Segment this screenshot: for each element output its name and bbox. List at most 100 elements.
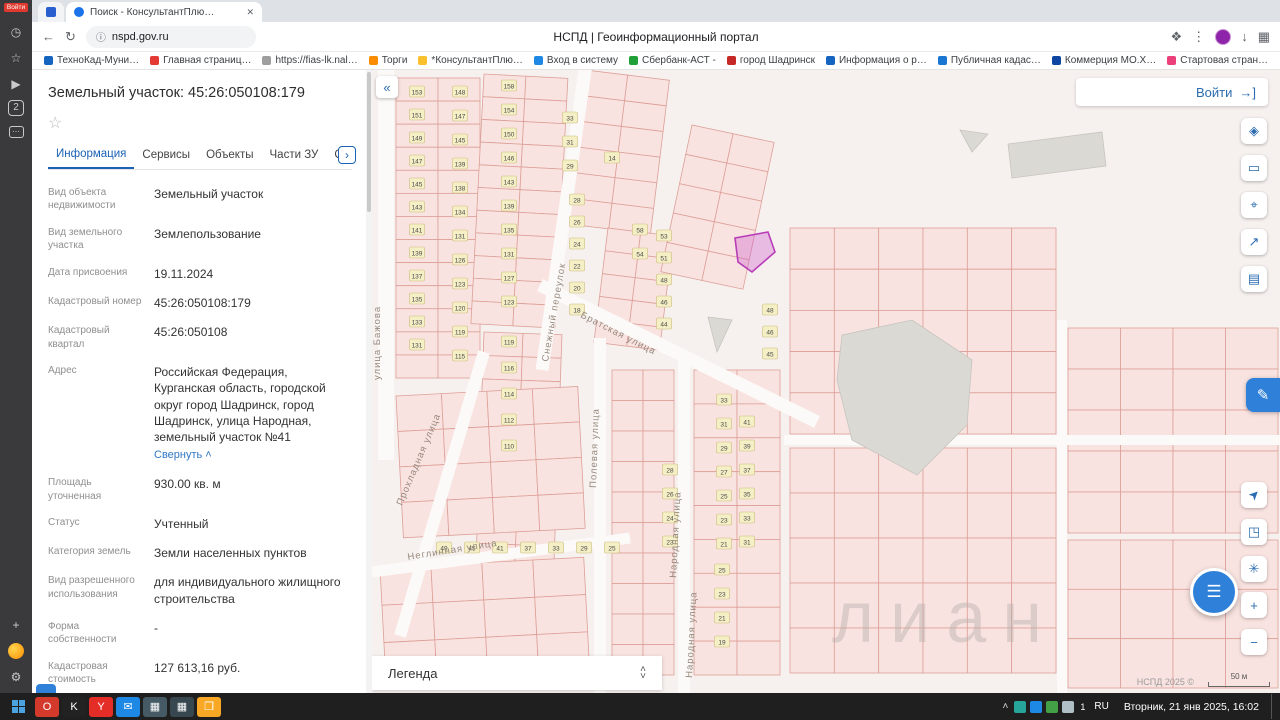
extent-button[interactable]: ◳ xyxy=(1241,519,1267,545)
layers-button[interactable]: ◈ xyxy=(1241,118,1267,144)
field-value: 45:26:050108:179 xyxy=(154,295,251,311)
svg-text:29: 29 xyxy=(580,546,588,553)
tabs-overflow-button[interactable]: › xyxy=(338,146,356,164)
browser-toolbar: ← ↻ ⓘ nspd.gov.ru НСПД | Геоинформационн… xyxy=(32,22,1280,52)
svg-text:24: 24 xyxy=(573,242,581,249)
menu-dots-icon[interactable]: ⋮ xyxy=(1192,29,1205,45)
bookmark-item[interactable]: Коммерция МО.Х… xyxy=(1048,55,1160,66)
cadastral-map[interactable]: 1531511491471451431411391371351331311481… xyxy=(372,70,1280,693)
map-viewport[interactable]: 1531511491471451431411391371351331311481… xyxy=(372,70,1280,693)
profile-avatar[interactable] xyxy=(1215,29,1231,45)
site-info-icon[interactable]: ⓘ xyxy=(96,29,106,44)
taskbar-app[interactable]: ▦ xyxy=(143,697,167,717)
settings-gear-icon[interactable]: ⚙ xyxy=(5,667,27,687)
collapse-address-link[interactable]: Свернуть ˄ xyxy=(154,448,212,463)
taskbar-app[interactable]: K xyxy=(62,697,86,717)
feedback-pencil-icon: ✎ xyxy=(1257,386,1270,404)
snap-button[interactable]: ✳ xyxy=(1241,556,1267,582)
share-button[interactable]: ↗ xyxy=(1241,229,1267,255)
map-attribution: НСПД 2025 © xyxy=(1137,677,1194,687)
show-desktop-button[interactable] xyxy=(1271,694,1276,719)
svg-text:33: 33 xyxy=(566,116,574,123)
bookmark-item[interactable]: ТехноКад-Муни… xyxy=(40,55,143,66)
taskbar-app[interactable]: ▦ xyxy=(170,697,194,717)
bookmark-item[interactable]: Торги xyxy=(365,55,412,66)
panel-tab[interactable]: Части ЗУ xyxy=(262,142,327,168)
panel-scrollbar[interactable] xyxy=(366,70,372,693)
sidebar-login-button[interactable]: Войти xyxy=(4,3,28,12)
downloads-icon[interactable]: ↓ xyxy=(1241,29,1248,44)
tray-icon[interactable] xyxy=(1062,701,1074,713)
address-bar[interactable]: ⓘ nspd.gov.ru xyxy=(86,26,256,48)
survey-button[interactable]: ⌖ xyxy=(1241,192,1267,218)
tray-icon[interactable] xyxy=(1030,701,1042,713)
print-button[interactable]: ▤ xyxy=(1241,266,1267,292)
bookmarks-icon[interactable]: ☆ xyxy=(5,48,27,68)
scrollbar-thumb[interactable] xyxy=(367,72,371,212)
svg-text:48: 48 xyxy=(766,308,774,315)
field-row: Кадастровая стоимость127 613,16 руб. xyxy=(48,660,352,687)
bookmark-item[interactable]: Главная страниц… xyxy=(146,55,255,66)
player-icon[interactable]: ▶ xyxy=(5,74,27,94)
bookmark-item[interactable]: Публичная кадас… xyxy=(934,55,1045,66)
bookmark-favicon xyxy=(1052,56,1061,65)
clock[interactable]: Вторник, 21 янв 2025, 16:02 xyxy=(1118,701,1265,713)
panel-tab[interactable]: Объекты xyxy=(198,142,261,168)
field-label: Кадастровая стоимость xyxy=(48,660,154,687)
tray-expand-icon[interactable]: ˄ xyxy=(1003,701,1009,712)
taskbar-app[interactable]: O xyxy=(35,697,59,717)
tabs-counter-icon[interactable]: 2 xyxy=(8,100,24,116)
bookmark-item[interactable]: Вход в систему xyxy=(530,55,622,66)
map-login-button[interactable]: Войти →] xyxy=(1076,78,1268,106)
bookmark-item[interactable]: *КонсультантПлю… xyxy=(414,55,527,66)
start-button[interactable] xyxy=(4,695,32,719)
yandex-services-icon[interactable] xyxy=(5,641,27,661)
chat-widget-sliver[interactable] xyxy=(36,684,56,693)
measure-button[interactable]: ▭ xyxy=(1241,155,1267,181)
taskbar-app[interactable]: ✉ xyxy=(116,697,140,717)
services-ball-icon xyxy=(8,643,24,659)
field-label: Кадастровый номер xyxy=(48,295,154,311)
bookmark-item[interactable]: город Шадринск xyxy=(723,55,819,66)
pinned-tab[interactable] xyxy=(38,2,64,22)
pinned-tab-favicon xyxy=(46,7,56,17)
panel-tab[interactable]: Сервисы xyxy=(134,142,198,168)
feedback-widget-button[interactable]: ✎ xyxy=(1246,378,1280,412)
support-chat-button[interactable]: ☰ xyxy=(1190,568,1238,616)
field-value: Земельный участок xyxy=(154,186,263,213)
favorite-star-icon[interactable]: ☆ xyxy=(48,113,352,133)
extensions-icon[interactable]: ❖ xyxy=(1171,29,1183,45)
field-value: 19.11.2024 xyxy=(154,266,213,282)
active-tab[interactable]: Поиск - КонсультантПлю… ✕ xyxy=(66,2,262,22)
locate-button[interactable]: ➤ xyxy=(1241,482,1267,508)
legend-bar[interactable]: Легенда ˄ ˅ xyxy=(372,656,662,690)
side-panels-icon[interactable]: ▦ xyxy=(1258,29,1270,45)
taskbar-app[interactable]: ❒ xyxy=(197,697,221,717)
bookmark-item[interactable]: Сбербанк-АСТ - xyxy=(625,55,720,66)
panel-tab[interactable]: Информация xyxy=(48,141,134,169)
field-label: Категория земель xyxy=(48,545,154,561)
history-icon[interactable]: ◷ xyxy=(5,22,27,42)
tray-icon[interactable] xyxy=(1014,701,1026,713)
zoom-in-button[interactable]: + xyxy=(1241,592,1267,618)
panel-collapse-button[interactable]: « xyxy=(376,76,398,98)
svg-text:37: 37 xyxy=(743,468,751,475)
field-row: Категория земельЗемли населенных пунктов xyxy=(48,545,352,561)
bookmark-item[interactable]: Информация о р… xyxy=(822,55,931,66)
back-icon[interactable]: ← xyxy=(42,29,55,44)
bookmark-item[interactable]: Стартовая стран… xyxy=(1163,55,1272,66)
taskbar-app[interactable]: Y xyxy=(89,697,113,717)
zoom-out-button[interactable]: − xyxy=(1241,629,1267,655)
tab-close-icon[interactable]: ✕ xyxy=(240,7,254,18)
field-row: АдресРоссийская Федерация, Курганская об… xyxy=(48,364,352,463)
svg-text:149: 149 xyxy=(412,136,423,143)
tray-icon[interactable] xyxy=(1046,701,1058,713)
language-indicator[interactable]: RU xyxy=(1091,700,1111,713)
add-panel-icon[interactable]: + xyxy=(5,615,27,635)
messenger-icon[interactable]: ⋯ xyxy=(5,122,27,142)
field-row: Кадастровый квартал45:26:050108 xyxy=(48,324,352,351)
bookmark-item[interactable]: https://fias-lk.nal… xyxy=(258,55,361,66)
refresh-icon[interactable]: ↻ xyxy=(65,29,76,45)
svg-text:115: 115 xyxy=(455,354,466,361)
svg-text:119: 119 xyxy=(504,340,515,347)
